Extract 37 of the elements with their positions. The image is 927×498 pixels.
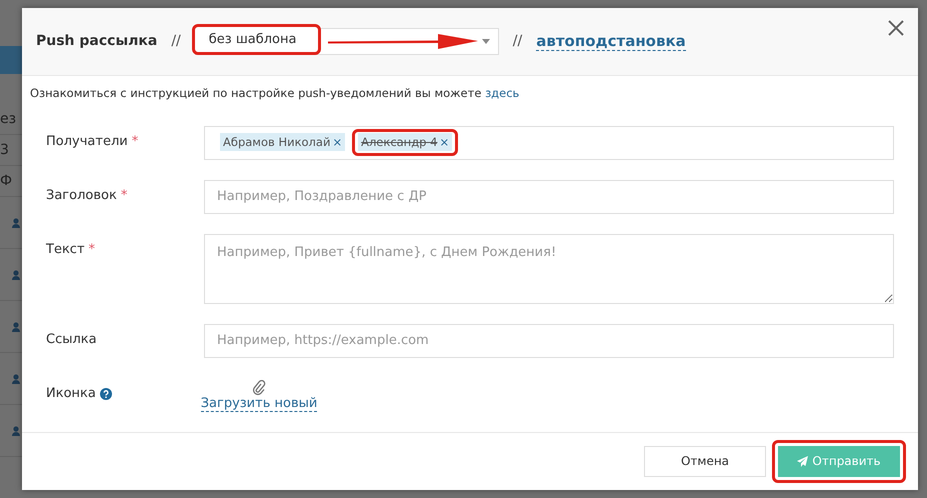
upload-link[interactable]: Загрузить новый <box>200 396 318 412</box>
autofill-link[interactable]: автоподстановка <box>536 32 686 51</box>
field-label: Заголовок <box>46 188 117 203</box>
required-mark: * <box>88 242 96 257</box>
field-label: Ссылка <box>46 332 97 347</box>
help-link[interactable]: здесь <box>485 86 520 100</box>
required-mark: * <box>132 134 138 149</box>
input-field[interactable]: Например, https://example.com <box>204 324 894 358</box>
input-field[interactable]: Например, Поздравление с ДР <box>204 180 894 214</box>
help-icon[interactable] <box>100 388 112 400</box>
required-mark: * <box>120 188 128 203</box>
cancel-button[interactable]: Отмена <box>644 446 766 477</box>
dialog-title: Push рассылка <box>36 33 158 50</box>
recipient-tag[interactable]: Александр 4 × <box>358 133 452 152</box>
separator: // <box>512 33 522 50</box>
recipients-field[interactable]: Абрамов Николай × Александр 4 × <box>204 126 894 160</box>
page-text: 3 <box>0 142 9 158</box>
person-icon <box>12 322 20 332</box>
person-icon <box>12 270 20 280</box>
field-label: Иконка <box>46 386 96 401</box>
person-icon <box>12 426 20 436</box>
person-icon <box>12 374 20 384</box>
page-bar <box>0 46 22 74</box>
separator: // <box>171 33 181 50</box>
text-area[interactable]: Например, Привет {fullname}, с Днем Рождения! <box>204 234 894 304</box>
paper-plane-icon <box>797 456 808 467</box>
caret-icon <box>482 38 490 44</box>
page-text: ез <box>0 111 16 127</box>
page-text: Ф <box>0 173 12 189</box>
paperclip-icon <box>252 380 266 396</box>
info-text: Ознакомиться с инструкцией по настройке push-уведомлений вы можете здесь <box>30 86 520 100</box>
field-label: Получатели <box>46 134 128 149</box>
person-icon <box>12 218 20 228</box>
recipient-tag[interactable]: Абрамов Николай × <box>220 133 346 152</box>
select-value: без шаблона <box>192 24 321 56</box>
close-icon[interactable] <box>888 20 904 36</box>
field-label: Текст <box>46 242 85 257</box>
